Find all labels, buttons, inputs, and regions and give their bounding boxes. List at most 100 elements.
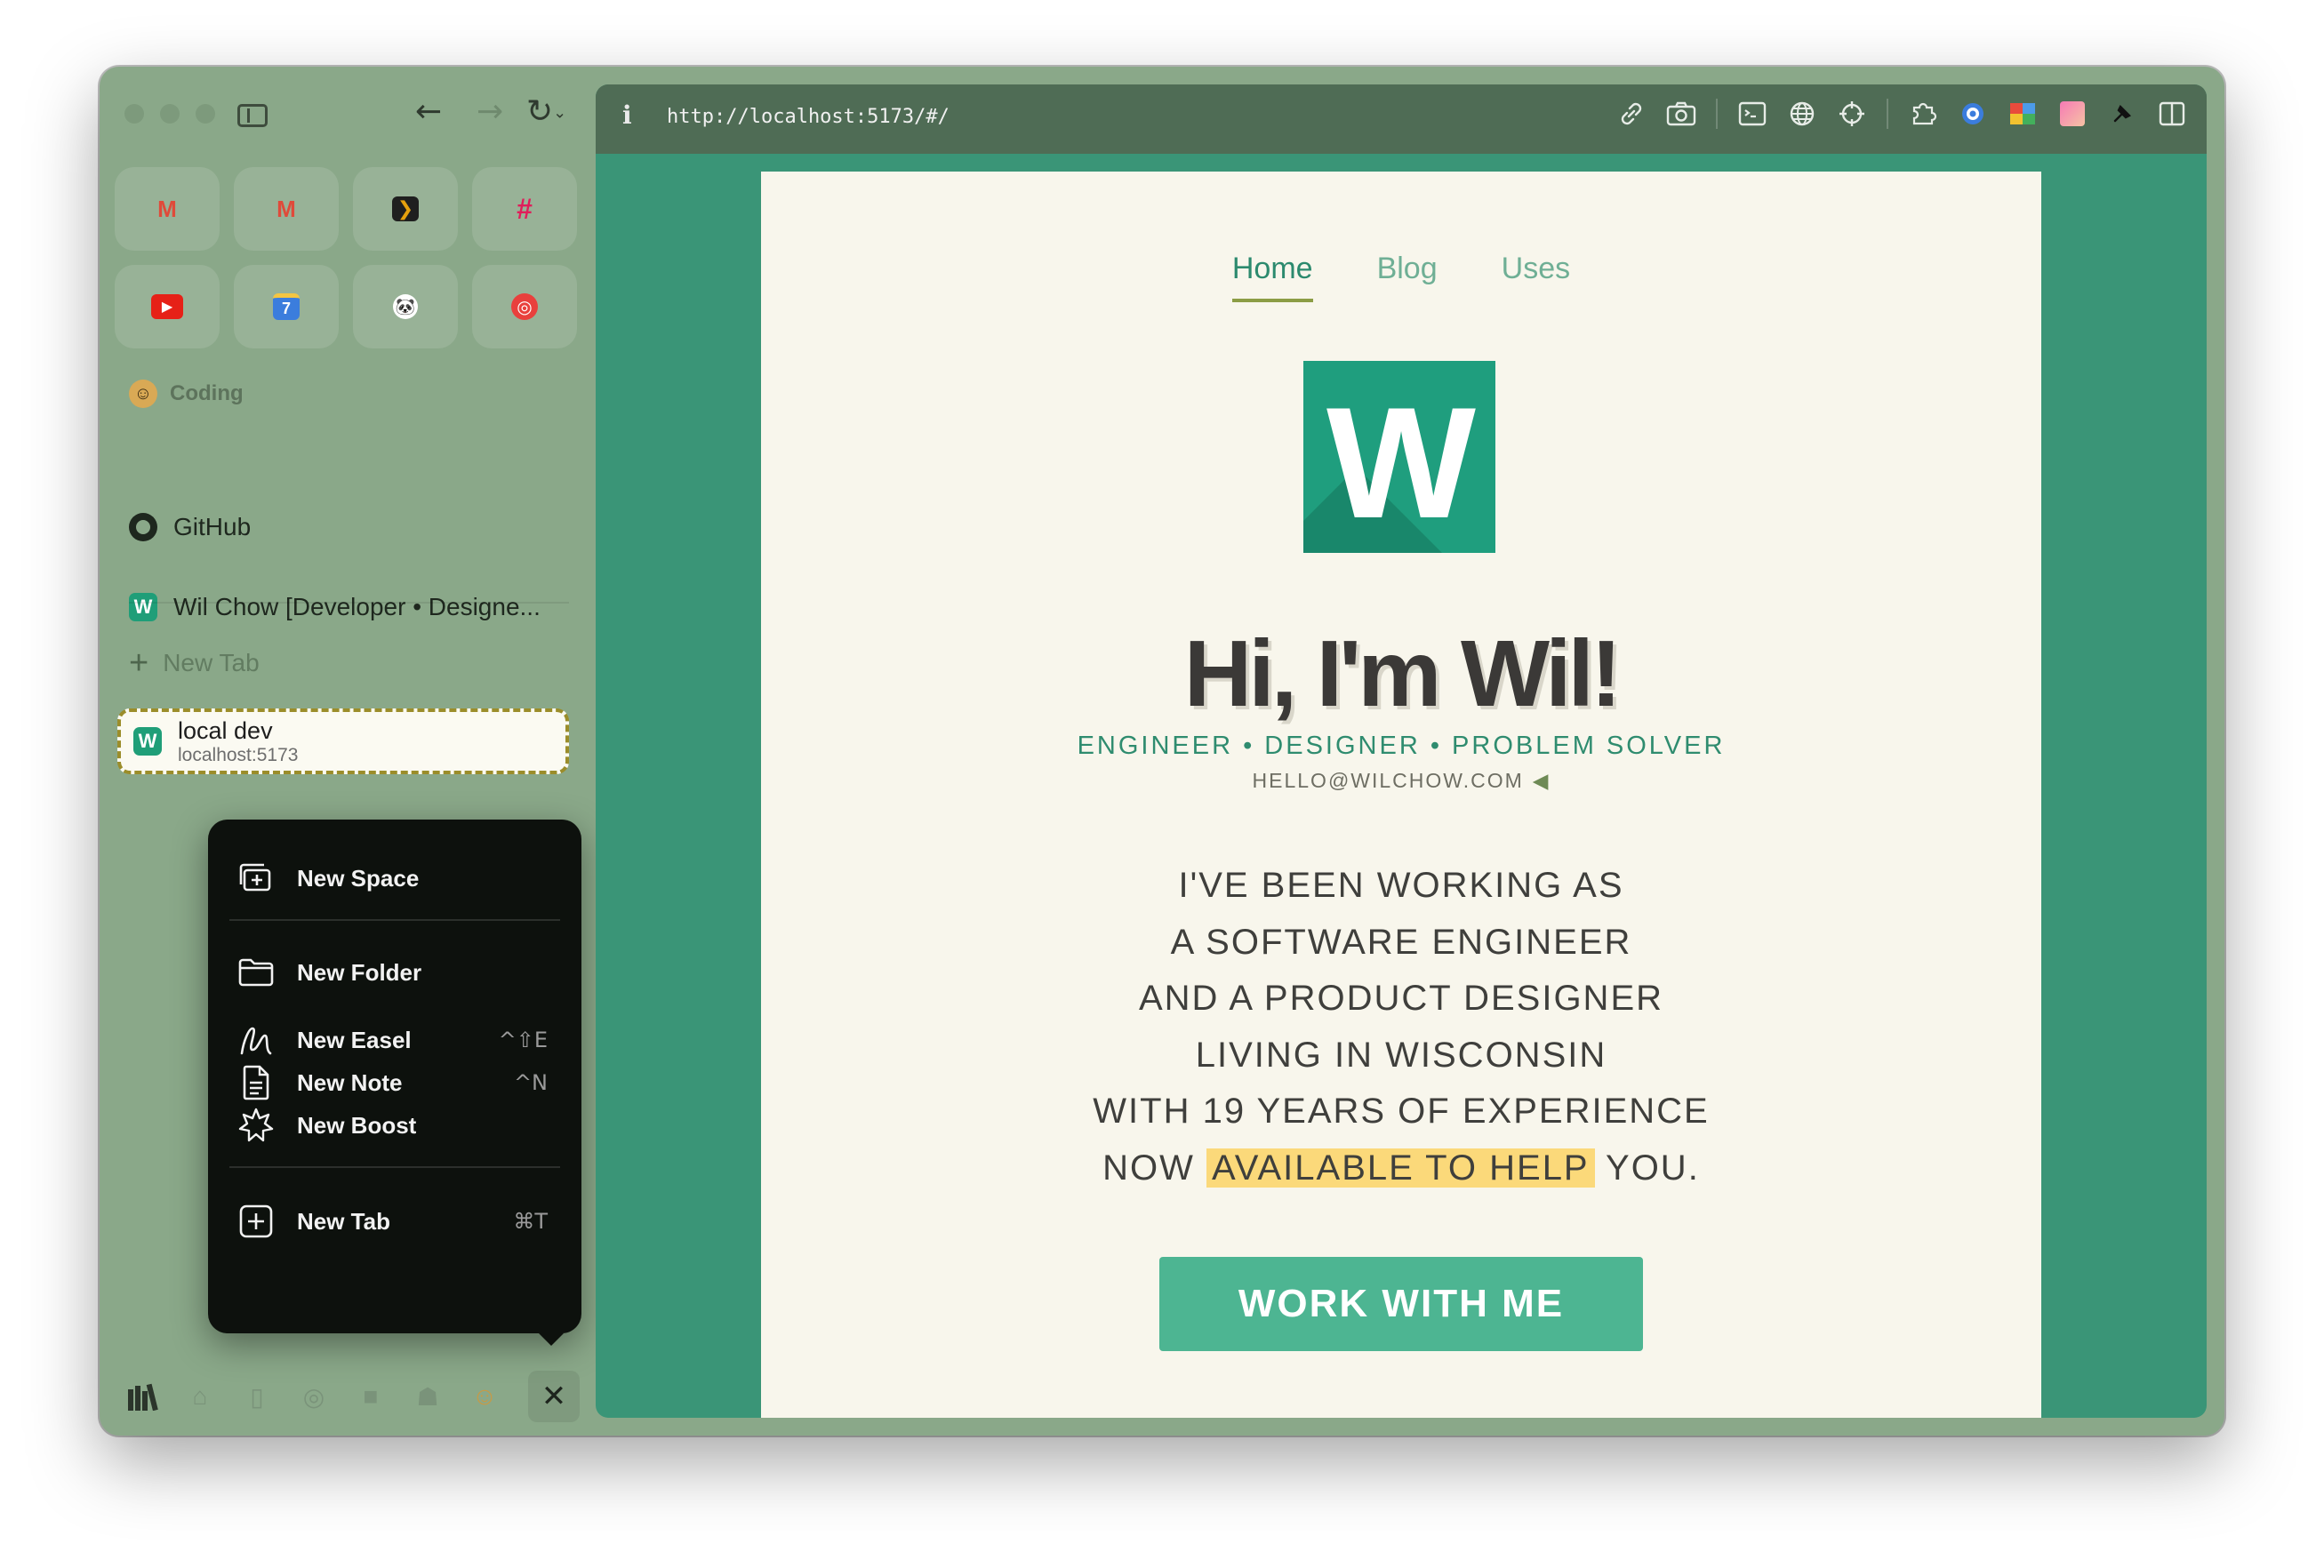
split-view-icon[interactable] [2157, 99, 2187, 129]
library-icon[interactable] [124, 1378, 162, 1415]
new-space-icon [238, 860, 274, 896]
pin-extension-icon[interactable] [2107, 99, 2137, 129]
menu-item-label: New Note [297, 1068, 403, 1096]
space-square-icon[interactable]: ■ [352, 1378, 389, 1415]
site-nav: Home Blog Uses [761, 252, 2041, 302]
toolbar-separator [1716, 99, 1718, 129]
menu-item-new-boost[interactable]: New Boost [238, 1104, 548, 1147]
space-person-icon[interactable]: ☗ [409, 1378, 446, 1415]
back-arrow-icon[interactable]: ← [415, 93, 442, 130]
url-field[interactable]: http://localhost:5173/#/ [667, 106, 950, 128]
email-text[interactable]: HELLO@WILCHOW.COM [1253, 769, 1524, 792]
favorite-gmail-2[interactable]: M [234, 167, 339, 251]
bio-line: WITH 19 YEARS OF EXPERIENCE [1093, 1092, 1710, 1131]
extensions-icon[interactable] [1908, 99, 1938, 129]
camera-icon[interactable] [1666, 99, 1696, 129]
gmail-icon: M [276, 195, 296, 222]
reload-icon[interactable]: ↻⌄ [526, 93, 566, 130]
menu-separator [229, 919, 560, 921]
site-info-icon[interactable]: i [622, 100, 632, 130]
minimize-window-button[interactable] [160, 104, 180, 124]
forward-arrow-icon[interactable]: → [477, 93, 503, 130]
nav-home-link[interactable]: Home [1231, 252, 1313, 302]
logo-letter: W [1326, 374, 1476, 551]
spaces-bar: ⌂ ▯ ◎ ■ ☗ ☺ ✕ [124, 1371, 580, 1422]
bio-line: I'VE BEEN WORKING AS [1178, 866, 1624, 905]
panda-icon: 🐼 [393, 294, 418, 319]
pinned-link-github[interactable]: GitHub [129, 513, 251, 541]
space-coding-icon[interactable]: ☺ [466, 1378, 503, 1415]
gmail-icon: M [157, 195, 177, 222]
close-window-button[interactable] [124, 104, 144, 124]
menu-item-new-easel[interactable]: New Easel ^⇧E [238, 1019, 548, 1061]
pinned-link-label: Wil Chow [Developer • Designe... [173, 593, 541, 620]
hero-subtitle: ENGINEER • DESIGNER • PROBLEM SOLVER [1077, 732, 1726, 760]
menu-item-label: New Tab [297, 1207, 390, 1235]
terminal-icon[interactable] [1737, 99, 1767, 129]
favorite-panda[interactable]: 🐼 [353, 265, 458, 348]
contact-email[interactable]: HELLO@WILCHOW.COM ◀ [761, 769, 2041, 793]
profile-extension-icon[interactable] [1958, 99, 1988, 129]
calendar-icon: 7 [273, 293, 300, 320]
technologist-emoji-icon: ☺ [129, 380, 157, 408]
work-with-me-button[interactable]: WORK WITH ME [1159, 1257, 1643, 1351]
favorite-youtube[interactable]: ▶ [115, 265, 220, 348]
window-controls [124, 104, 215, 124]
favorite-plex[interactable]: ❯ [353, 167, 458, 251]
active-tab-url: localhost:5173 [178, 744, 299, 765]
folder-icon [238, 955, 274, 990]
new-tab-button[interactable]: + New Tab [129, 646, 260, 680]
slack-icon: # [517, 192, 533, 225]
close-menu-button[interactable]: ✕ [528, 1371, 580, 1422]
favorite-slack[interactable]: # [472, 167, 577, 251]
menu-item-label: New Folder [297, 958, 422, 986]
gradient-extension-icon[interactable] [2057, 99, 2088, 129]
toolbar-separator [1887, 99, 1888, 129]
bio-after: YOU. [1594, 1148, 1700, 1188]
menu-item-label: New Boost [297, 1111, 417, 1139]
link-icon[interactable] [1616, 99, 1647, 129]
hero-title: Hi, I'm Wil! [1183, 621, 1623, 726]
new-tab-label: New Tab [163, 649, 260, 676]
bio-before: NOW [1102, 1148, 1207, 1188]
bio-line: A SOFTWARE ENGINEER [1170, 922, 1632, 962]
url-toolbar: i http://localhost:5173/#/ [596, 84, 2207, 154]
menu-item-new-space[interactable]: New Space [238, 857, 548, 900]
bio-highlight: AVAILABLE TO HELP [1206, 1148, 1595, 1188]
crosshair-icon[interactable] [1837, 99, 1867, 129]
menu-item-label: New Easel [297, 1026, 412, 1053]
globe-icon[interactable] [1787, 99, 1817, 129]
zoom-window-button[interactable] [196, 104, 215, 124]
new-item-menu: New Space New Folder New Easel ^⇧E New N… [208, 820, 581, 1346]
sidebar-toggle-icon[interactable] [237, 104, 268, 127]
menu-item-new-folder[interactable]: New Folder [238, 951, 548, 994]
boost-icon [238, 1108, 274, 1143]
active-tab[interactable]: W local dev localhost:5173 [117, 708, 569, 774]
w-icon: W [129, 593, 157, 621]
section-label-coding[interactable]: ☺ Coding [129, 380, 244, 408]
space-book-icon[interactable]: ▯ [238, 1378, 276, 1415]
w-icon: W [133, 727, 162, 756]
plex-icon: ❯ [392, 196, 419, 221]
pinned-link-wilchow[interactable]: W Wil Chow [Developer • Designe... [129, 593, 541, 621]
section-label-text: Coding [170, 381, 244, 405]
space-globe-icon[interactable]: ◎ [295, 1378, 333, 1415]
pinned-link-label: GitHub [173, 513, 252, 540]
space-home-icon[interactable]: ⌂ [181, 1378, 219, 1415]
bio-line: LIVING IN WISCONSIN [1195, 1035, 1607, 1075]
active-tab-text: local dev localhost:5173 [178, 717, 298, 766]
favorites-grid: M M ❯ # ▶ 7 🐼 ◎ [115, 167, 577, 348]
web-content: i http://localhost:5173/#/ Home Blog Use… [596, 84, 2207, 1418]
nav-uses-link[interactable]: Uses [1502, 252, 1570, 302]
nav-blog-link[interactable]: Blog [1377, 252, 1438, 302]
youtube-icon: ▶ [151, 294, 183, 319]
favorite-calendar[interactable]: 7 [234, 265, 339, 348]
menu-item-new-note[interactable]: New Note ^N [238, 1061, 548, 1104]
menu-item-new-tab[interactable]: New Tab ⌘T [238, 1200, 548, 1243]
toolbar-icons [1616, 99, 2187, 129]
color-picker-extension-icon[interactable] [2007, 99, 2038, 129]
favorite-gmail[interactable]: M [115, 167, 220, 251]
send-icon: ◀ [1532, 769, 1551, 792]
favorite-pocketcasts[interactable]: ◎ [472, 265, 577, 348]
browser-window: ← → ↻⌄ M M ❯ # ▶ 7 🐼 ◎ ☺ Coding GitHub W… [100, 67, 2224, 1436]
